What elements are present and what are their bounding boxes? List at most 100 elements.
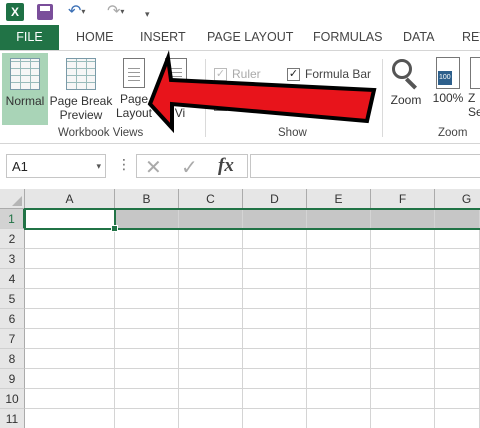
column-header-c[interactable]: C xyxy=(179,189,243,209)
cell[interactable] xyxy=(243,289,307,309)
column-header-g[interactable]: G xyxy=(435,189,480,209)
more-options-icon[interactable]: ⋮ xyxy=(117,156,131,173)
cell[interactable] xyxy=(25,269,115,289)
cell[interactable] xyxy=(25,229,115,249)
cell[interactable] xyxy=(371,349,435,369)
cell[interactable] xyxy=(435,369,480,389)
cell[interactable] xyxy=(25,409,115,428)
undo-icon[interactable]: ↶ ▾ xyxy=(68,1,85,21)
cell[interactable] xyxy=(115,349,179,369)
row-header-8[interactable]: 8 xyxy=(0,349,25,369)
normal-view-button[interactable]: Normal xyxy=(2,53,48,125)
gridlines-checkbox[interactable]: ✓ xyxy=(214,96,232,112)
cell[interactable] xyxy=(435,249,480,269)
cell[interactable] xyxy=(179,389,243,409)
row-header-10[interactable]: 10 xyxy=(0,389,25,409)
row-header-9[interactable]: 9 xyxy=(0,369,25,389)
cell[interactable] xyxy=(307,229,371,249)
cell[interactable] xyxy=(25,369,115,389)
cell[interactable] xyxy=(25,249,115,269)
cell[interactable] xyxy=(115,249,179,269)
row-header-11[interactable]: 11 xyxy=(0,409,25,428)
active-cell-a1[interactable] xyxy=(24,208,118,232)
ruler-checkbox[interactable]: ✓ Ruler xyxy=(214,66,261,82)
cell[interactable] xyxy=(179,409,243,428)
row-header-7[interactable]: 7 xyxy=(0,329,25,349)
cell[interactable] xyxy=(179,289,243,309)
cell[interactable] xyxy=(243,229,307,249)
cell[interactable] xyxy=(25,309,115,329)
cell[interactable] xyxy=(115,309,179,329)
cell[interactable] xyxy=(115,269,179,289)
column-header-a[interactable]: A xyxy=(25,189,115,209)
cell[interactable] xyxy=(435,269,480,289)
cell[interactable] xyxy=(179,229,243,249)
cell[interactable] xyxy=(243,349,307,369)
cell[interactable] xyxy=(435,329,480,349)
page-break-preview-button[interactable]: Page Break Preview xyxy=(49,53,113,125)
row-header-4[interactable]: 4 xyxy=(0,269,25,289)
cell[interactable] xyxy=(179,269,243,289)
insert-function-icon[interactable]: fx xyxy=(218,155,234,177)
zoom-100-button[interactable]: 100 100% xyxy=(430,53,466,125)
row-header-2[interactable]: 2 xyxy=(0,229,25,249)
name-box[interactable]: A1 ▾ xyxy=(6,154,106,178)
cell[interactable] xyxy=(371,389,435,409)
row-header-1[interactable]: 1 xyxy=(0,209,25,229)
cell[interactable] xyxy=(307,289,371,309)
cancel-icon[interactable]: ✕ xyxy=(145,155,162,180)
cell[interactable] xyxy=(307,369,371,389)
cell[interactable] xyxy=(307,389,371,409)
tab-data[interactable]: DATA xyxy=(403,25,434,50)
headings-checkbox[interactable]: ✓ Headings xyxy=(287,96,356,112)
enter-icon[interactable]: ✓ xyxy=(181,155,198,180)
cell[interactable] xyxy=(243,309,307,329)
cell[interactable] xyxy=(371,329,435,349)
cell[interactable] xyxy=(115,369,179,389)
redo-dropdown-icon[interactable]: ▾ xyxy=(120,7,124,16)
cell[interactable] xyxy=(179,369,243,389)
cell[interactable] xyxy=(371,369,435,389)
save-icon[interactable] xyxy=(37,4,53,20)
cell[interactable] xyxy=(243,329,307,349)
customize-qat-icon[interactable]: ▾ xyxy=(145,4,150,24)
cell[interactable] xyxy=(307,349,371,369)
cell[interactable] xyxy=(435,409,480,428)
cell[interactable] xyxy=(179,249,243,269)
column-header-f[interactable]: F xyxy=(371,189,435,209)
chevron-down-icon[interactable]: ▾ xyxy=(96,161,101,172)
zoom-to-selection-button[interactable]: Z Se xyxy=(468,53,480,125)
cell[interactable] xyxy=(243,389,307,409)
cell[interactable] xyxy=(243,249,307,269)
cell[interactable] xyxy=(371,269,435,289)
cell[interactable] xyxy=(435,229,480,249)
cell[interactable] xyxy=(115,229,179,249)
tab-page-layout[interactable]: PAGE LAYOUT xyxy=(207,25,293,50)
cell[interactable] xyxy=(25,289,115,309)
redo-icon[interactable]: ↷ ▾ xyxy=(107,1,124,21)
page-layout-view-button[interactable]: Page Layout xyxy=(114,53,154,125)
cell[interactable] xyxy=(307,309,371,329)
formula-bar-checkbox[interactable]: ✓ Formula Bar xyxy=(287,66,371,82)
tab-file[interactable]: FILE xyxy=(0,25,59,50)
cell[interactable] xyxy=(115,289,179,309)
column-header-e[interactable]: E xyxy=(307,189,371,209)
tab-home[interactable]: HOME xyxy=(76,25,114,50)
tab-formulas[interactable]: FORMULAS xyxy=(313,25,382,50)
cell[interactable] xyxy=(179,349,243,369)
cell[interactable] xyxy=(307,409,371,428)
cell[interactable] xyxy=(25,389,115,409)
cell[interactable] xyxy=(435,389,480,409)
tab-insert[interactable]: INSERT xyxy=(140,25,186,50)
tab-review[interactable]: REV xyxy=(462,25,480,50)
cell[interactable] xyxy=(435,309,480,329)
cell[interactable] xyxy=(371,229,435,249)
custom-views-button[interactable]: Vi xyxy=(156,53,196,125)
cell[interactable] xyxy=(435,289,480,309)
zoom-button[interactable]: Zoom xyxy=(386,53,426,125)
cell[interactable] xyxy=(371,409,435,428)
excel-logo-icon[interactable]: X xyxy=(6,3,24,21)
formula-input[interactable] xyxy=(250,154,480,178)
cell[interactable] xyxy=(243,369,307,389)
cell[interactable] xyxy=(307,269,371,289)
